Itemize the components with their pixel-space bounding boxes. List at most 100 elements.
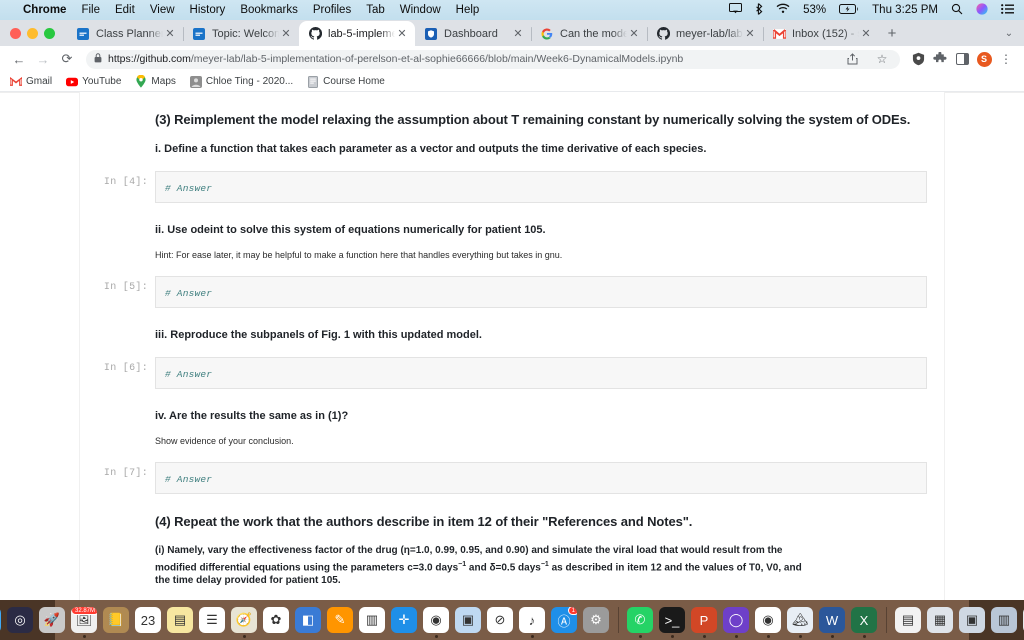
dock-item-preview-2[interactable]: 🏔	[786, 607, 815, 638]
new-tab-button[interactable]: +	[879, 21, 905, 46]
menu-item-edit[interactable]: Edit	[115, 4, 135, 16]
code-cell-5[interactable]: In [5]: # Answer	[80, 276, 944, 308]
dock-item-screens-stack[interactable]: ▥	[990, 607, 1019, 638]
chrome-icon[interactable]: ◉	[423, 607, 449, 633]
dock-item-excel[interactable]: X	[850, 607, 879, 638]
dock-item-preview[interactable]: 🖼 32.87M	[70, 607, 99, 638]
preview-2-icon[interactable]: 🏔	[787, 607, 813, 633]
dock-item-safari[interactable]: ✛	[390, 607, 419, 638]
dock-item-calendar[interactable]: 23	[134, 607, 163, 638]
github-desktop-icon[interactable]: ◯	[723, 607, 749, 633]
menu-item-tab[interactable]: Tab	[366, 4, 385, 16]
dock-item-siri[interactable]: ◎	[6, 607, 35, 638]
downloads-stack-icon[interactable]: ▦	[927, 607, 953, 633]
tab-search-chevron-down-icon[interactable]: ⌄	[994, 21, 1024, 46]
menu-item-help[interactable]: Help	[456, 4, 480, 16]
menubar-clock[interactable]: Thu 3:25 PM	[872, 4, 938, 16]
window-stack-icon[interactable]: ▣	[959, 607, 985, 633]
maximize-window-button[interactable]	[44, 27, 55, 39]
tab-class-planner[interactable]: Class Planner ✕	[67, 21, 183, 46]
menu-item-window[interactable]: Window	[400, 4, 441, 16]
menu-item-profiles[interactable]: Profiles	[313, 4, 351, 16]
terminal-icon[interactable]: >_	[659, 607, 685, 633]
dock-item-window-stack[interactable]: ▣	[958, 607, 987, 638]
keynote-icon[interactable]: ◧	[295, 607, 321, 633]
code-cell-6[interactable]: In [6]: # Answer	[80, 357, 944, 389]
minimize-window-button[interactable]	[27, 27, 38, 39]
code-editor[interactable]: # Answer	[155, 276, 927, 308]
close-tab-icon[interactable]: ✕	[627, 27, 641, 40]
safari-icon[interactable]: ✛	[391, 607, 417, 633]
tab-gmail-inbox[interactable]: Inbox (152) - sophie ✕	[763, 21, 879, 46]
bluetooth-icon[interactable]	[755, 2, 763, 18]
notes-icon[interactable]: ▤	[167, 607, 193, 633]
blocked-app-icon[interactable]: ⊘	[487, 607, 513, 633]
maps-icon[interactable]: 🧭	[231, 607, 257, 633]
dock-item-github-desktop[interactable]: ◯	[722, 607, 751, 638]
dock-item-numbers[interactable]: ▥	[358, 607, 387, 638]
dock-item-downloads-stack[interactable]: ▦	[926, 607, 955, 638]
close-tab-icon[interactable]: ✕	[395, 27, 409, 40]
wifi-icon[interactable]	[776, 3, 790, 17]
word-icon[interactable]: W	[819, 607, 845, 633]
dock-item-blocked-app[interactable]: ⊘	[486, 607, 515, 638]
control-center-icon[interactable]	[1001, 3, 1014, 17]
share-icon[interactable]	[842, 49, 862, 69]
code-cell-4[interactable]: In [4]: # Answer	[80, 171, 944, 203]
code-cell-7[interactable]: In [7]: # Answer	[80, 462, 944, 494]
keynote-present-icon[interactable]: ▣	[455, 607, 481, 633]
reload-button[interactable]: ⟳	[56, 48, 78, 70]
dock-item-system-preferences[interactable]: ⚙	[582, 607, 611, 638]
system-preferences-icon[interactable]: ⚙	[583, 607, 609, 633]
music-icon[interactable]: ♪	[519, 607, 545, 633]
bookmark-course-home[interactable]: Course Home	[307, 75, 385, 88]
dock-item-maps[interactable]: 🧭	[230, 607, 259, 638]
bookmark-youtube[interactable]: YouTube	[66, 76, 121, 88]
tab-topic-welcome[interactable]: Topic: Welcome to E ✕	[183, 21, 299, 46]
tab-can-the-model[interactable]: Can the model of vir ✕	[531, 21, 647, 46]
dock-item-music[interactable]: ♪	[518, 607, 547, 638]
dock-item-finder[interactable]: ☺	[0, 607, 3, 638]
battery-charging-icon[interactable]	[839, 3, 859, 17]
window-controls[interactable]	[8, 20, 67, 46]
code-editor[interactable]: # Answer	[155, 462, 927, 494]
dock-item-app-store[interactable]: Ⓐ 1	[550, 607, 579, 638]
chrome-menu-button[interactable]: ⋮	[996, 49, 1016, 69]
tab-dashboard[interactable]: Dashboard ✕	[415, 21, 531, 46]
app-store-icon[interactable]: Ⓐ 1	[551, 607, 577, 633]
bookmark-gmail[interactable]: Gmail	[10, 76, 52, 88]
dock-item-documents-stack[interactable]: ▤	[894, 607, 923, 638]
siri-icon[interactable]	[976, 2, 988, 18]
close-tab-icon[interactable]: ✕	[279, 27, 293, 40]
dock-item-keynote[interactable]: ◧	[294, 607, 323, 638]
numbers-icon[interactable]: ▥	[359, 607, 385, 633]
preview-icon[interactable]: 🖼 32.87M	[71, 607, 97, 633]
puzzle-piece-icon[interactable]	[930, 49, 950, 69]
dock-item-reminders[interactable]: ☰	[198, 607, 227, 638]
dock-item-powerpoint[interactable]: P	[690, 607, 719, 638]
excel-icon[interactable]: X	[851, 607, 877, 633]
whatsapp-icon[interactable]: ✆	[627, 607, 653, 633]
forward-button[interactable]: →	[32, 48, 54, 70]
side-panel-icon[interactable]	[952, 49, 972, 69]
dock-item-julia[interactable]: ◉	[754, 607, 783, 638]
siri-icon[interactable]: ◎	[7, 607, 33, 633]
menu-item-chrome[interactable]: Chrome	[23, 4, 66, 16]
contacts-icon[interactable]: 📒	[103, 607, 129, 633]
bookmark-star-icon[interactable]: ☆	[872, 49, 892, 69]
screens-stack-icon[interactable]: ▥	[991, 607, 1017, 633]
pages-icon[interactable]: ✎	[327, 607, 353, 633]
close-tab-icon[interactable]: ✕	[511, 27, 525, 40]
airplay-icon[interactable]	[729, 3, 743, 17]
menu-item-view[interactable]: View	[150, 4, 175, 16]
menu-item-bookmarks[interactable]: Bookmarks	[240, 4, 298, 16]
reminders-icon[interactable]: ☰	[199, 607, 225, 633]
dock-item-launchpad[interactable]: 🚀	[38, 607, 67, 638]
tab-meyer-lab-repo[interactable]: meyer-lab/lab-5-imp ✕	[647, 21, 763, 46]
dock-item-whatsapp[interactable]: ✆	[626, 607, 655, 638]
search-icon[interactable]	[951, 3, 963, 18]
bookmark-maps[interactable]: Maps	[135, 75, 176, 88]
menu-item-file[interactable]: File	[81, 4, 100, 16]
dock-item-contacts[interactable]: 📒	[102, 607, 131, 638]
launchpad-icon[interactable]: 🚀	[39, 607, 65, 633]
